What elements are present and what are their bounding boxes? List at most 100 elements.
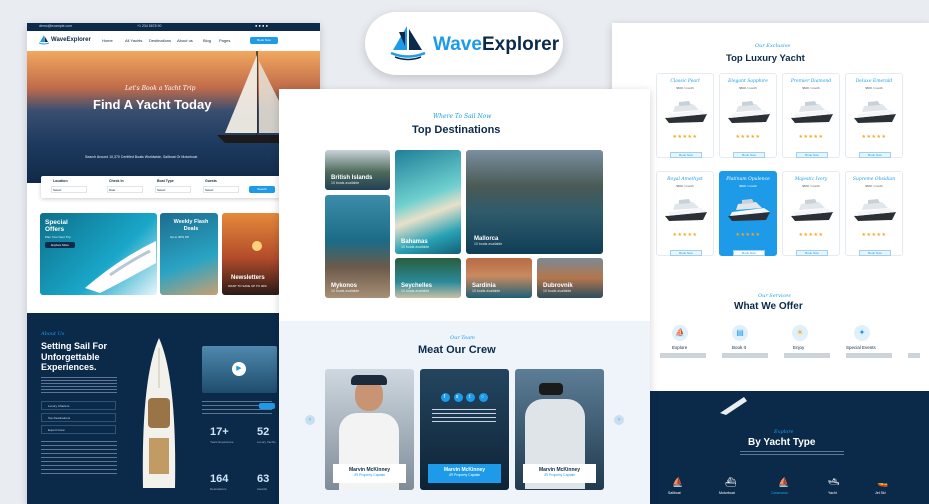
rating-stars: ★★★★★: [735, 232, 761, 238]
book-now-button[interactable]: Book Now: [733, 152, 765, 158]
yacht-image: [728, 199, 770, 221]
book-now-button[interactable]: Book Now: [670, 250, 702, 256]
header-book-button[interactable]: Book Now: [250, 37, 278, 44]
book-now-button[interactable]: Book Now: [670, 152, 702, 158]
book-icon: ▤: [732, 325, 748, 341]
yacht-card[interactable]: Supreme Obsidian $600 / month ★★★★★ Book No…: [845, 171, 903, 256]
flash-deals-sub: Up to 30% Off: [170, 235, 189, 239]
stat-2-label: Luxury Yachts: [257, 440, 276, 444]
yacht-card[interactable]: Platinum Opulence $600 / month ★★★★★ Book N…: [719, 171, 777, 256]
next-arrow-button[interactable]: ›: [614, 415, 624, 425]
crew-card-2[interactable]: f s t ○ Marvin McKinney JR Property Capt…: [420, 369, 509, 490]
yacht-price: $600 / month: [739, 86, 757, 90]
hero-script-text: Let's Book a Yacht Trip: [125, 85, 196, 92]
prev-arrow-button[interactable]: ‹: [305, 415, 315, 425]
special-offers-sub: Plan Your Next Trip: [45, 235, 71, 239]
nav-home[interactable]: Home: [102, 38, 113, 43]
boat-type-field[interactable]: Select: [155, 186, 191, 193]
topbar-email: demo@example.com: [39, 24, 73, 28]
stat-3-label: Destinations: [210, 487, 227, 491]
about-list-3[interactable]: Expert Crew: [41, 425, 116, 434]
about-more-button[interactable]: [259, 403, 275, 409]
destination-sardinia[interactable]: Sardinia 10 boats available: [466, 258, 532, 298]
search-button[interactable]: Search: [249, 186, 275, 193]
header-logo[interactable]: WaveExplorer: [51, 37, 91, 43]
special-offers-card[interactable]: Special Offers Plan Your Next Trip Explo…: [40, 213, 157, 295]
skype-icon[interactable]: s: [453, 393, 463, 402]
logo-explorer: Explorer: [482, 34, 560, 55]
yacht-card[interactable]: Elegant Sapphire $600 / month ★★★★★ Book No…: [719, 73, 777, 158]
logo-wave: Wave: [433, 34, 482, 55]
facebook-icon[interactable]: f: [441, 393, 450, 402]
offer-title: What We Offer: [734, 301, 803, 312]
link-icon[interactable]: ○: [479, 393, 489, 402]
catamaran-icon[interactable]: ⛵: [778, 477, 789, 488]
yacht-card[interactable]: Classic Pearl $600 / month ★★★★★ Book Now: [656, 73, 714, 158]
guests-field[interactable]: Select: [203, 186, 239, 193]
type-sailboat[interactable]: Sailboat: [668, 491, 681, 495]
sailboat-icon[interactable]: ⛵: [672, 477, 683, 488]
destination-dubrovnik[interactable]: Dubrovnik 10 boats available: [537, 258, 603, 298]
nav-all-yachts[interactable]: All Yachts: [125, 38, 142, 43]
yacht-card[interactable]: Deluxe Emerald $600 / month ★★★★★ Book Now: [845, 73, 903, 158]
book-now-button[interactable]: Book Now: [796, 152, 828, 158]
newsletters-sub: WANT TO SAVE UP TO 30%: [228, 284, 267, 288]
book-now-button[interactable]: Book Now: [733, 250, 765, 256]
destination-mykonos[interactable]: Mykonos 10 boats available: [325, 195, 390, 298]
type-motorboat[interactable]: Motorboat: [719, 491, 735, 495]
destinations-script: Where To Sail Now: [433, 113, 492, 120]
top-bar: demo@example.com +1 234 5678 90 ● ● ● ●: [27, 23, 320, 31]
yacht-type-section: Explore By Yacht Type ⛵ Sailboat ⛴ Motor…: [650, 391, 929, 504]
nav-pages[interactable]: Pages: [219, 38, 230, 43]
destination-mallorca[interactable]: Mallorca 10 boats available: [466, 150, 603, 254]
twitter-icon[interactable]: t: [466, 393, 476, 402]
destination-count: 10 boats available: [401, 245, 430, 249]
nav-about[interactable]: About us: [177, 38, 193, 43]
crew-card-3[interactable]: Marvin McKinney JR Property Captain: [515, 369, 604, 490]
newsletters-title: Newsletters: [231, 275, 265, 281]
explore-more-button[interactable]: Explore More: [45, 242, 75, 248]
nav-destinations[interactable]: Destinations: [149, 38, 171, 43]
enjoy-icon: ☀: [792, 325, 808, 341]
book-now-button[interactable]: Book Now: [859, 152, 891, 158]
yacht-price: $600 / month: [676, 184, 694, 188]
flash-deals-card[interactable]: Weekly Flash Deals Up to 30% Off: [160, 213, 218, 295]
type-yacht[interactable]: Yacht: [828, 491, 837, 495]
stat-2-value: 52: [257, 426, 270, 438]
destination-seychelles[interactable]: Seychelles 10 boats available: [395, 258, 461, 298]
play-icon[interactable]: ▶: [232, 362, 246, 376]
book-now-button[interactable]: Book Now: [796, 250, 828, 256]
yacht-price: $600 / month: [802, 184, 820, 188]
right-page-preview: Our Exclusive Top Luxury Yacht Our Servi…: [612, 23, 929, 504]
newsletters-card[interactable]: Newsletters WANT TO SAVE UP TO 30%: [222, 213, 280, 295]
nav-blog[interactable]: Blog: [203, 38, 211, 43]
yacht-icon[interactable]: 🛥: [828, 477, 839, 488]
stat-1-value: 17+: [210, 426, 229, 438]
motorboat-icon[interactable]: ⛴: [725, 477, 736, 488]
type-catamaran[interactable]: Catamaran: [771, 491, 788, 495]
yacht-card[interactable]: Majestic Ivory $600 / month ★★★★★ Book Now: [782, 171, 840, 256]
destination-british-islands[interactable]: British Islands 10 boats available: [325, 150, 390, 190]
about-list-2[interactable]: Top Destinations: [41, 413, 116, 422]
about-script: About Us: [41, 331, 65, 337]
crew-card-1[interactable]: Marvin McKinney JR Property Captain: [325, 369, 414, 490]
flash-deals-title: Weekly Flash Deals: [173, 219, 209, 232]
yachts-title: Top Luxury Yacht: [726, 53, 805, 64]
rating-stars: ★★★★★: [672, 232, 698, 238]
crew-role: JR Property Captain: [353, 473, 386, 477]
offer-enjoy: Enjoy: [793, 345, 805, 350]
yacht-card[interactable]: Premier Diamond $600 / month ★★★★★ Book Now: [782, 73, 840, 158]
about-list-1[interactable]: Luxury Charters: [41, 401, 116, 410]
location-field[interactable]: Select: [51, 186, 87, 193]
checkin-field[interactable]: Date: [107, 186, 143, 193]
destination-bahamas[interactable]: Bahamas 10 boats available: [395, 150, 461, 254]
type-jetski[interactable]: Jet Ski: [875, 491, 886, 495]
book-now-button[interactable]: Book Now: [859, 250, 891, 256]
video-thumbnail[interactable]: ▶: [202, 346, 277, 393]
yacht-card[interactable]: Royal Amethyst $600 / month ★★★★★ Book Now: [656, 171, 714, 256]
jetski-icon[interactable]: 🚤: [877, 477, 888, 488]
search-form: Location Select Check In Date Boat Type …: [41, 176, 281, 198]
crew-label: Marvin McKinney JR Property Captain: [333, 464, 406, 483]
topbar-phone: +1 234 5678 90: [137, 24, 162, 28]
yacht-price: $600 / month: [676, 86, 694, 90]
